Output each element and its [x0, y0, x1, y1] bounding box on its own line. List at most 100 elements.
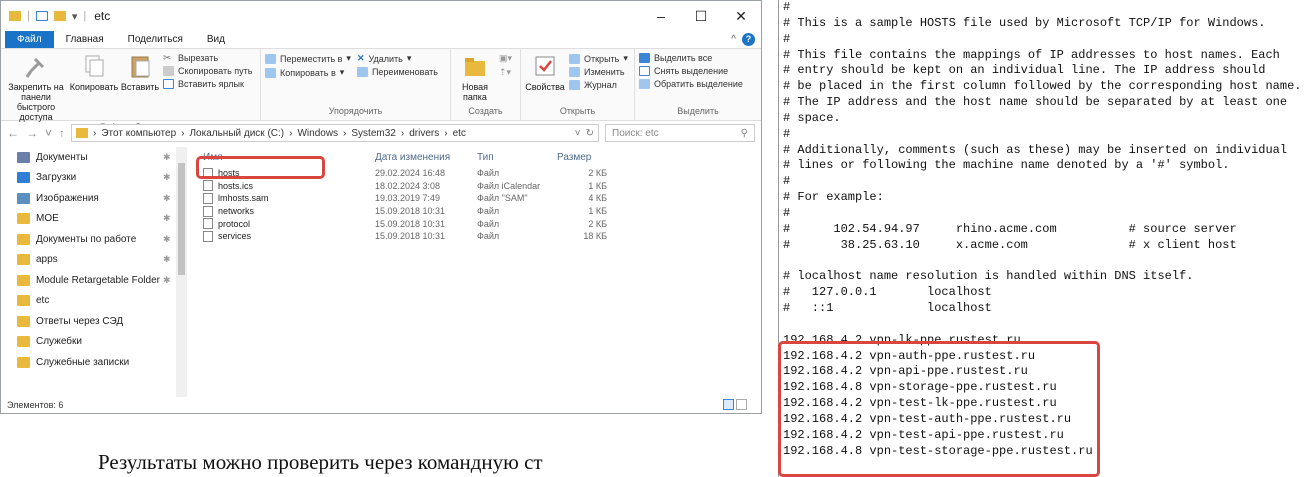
column-date[interactable]: Дата изменения: [375, 152, 477, 163]
sidebar-item[interactable]: Загрузки ✱: [1, 168, 189, 189]
select-all-icon: [639, 53, 650, 63]
refresh-icon[interactable]: ↻: [586, 128, 594, 139]
folder-icon: [17, 274, 30, 286]
up-icon[interactable]: ↑: [59, 126, 65, 140]
sidebar-item[interactable]: Документы ✱: [1, 147, 189, 168]
breadcrumb-item[interactable]: Этот компьютер: [101, 128, 176, 139]
new-folder-icon[interactable]: [53, 11, 66, 21]
select-all-button[interactable]: Выделить все: [639, 53, 743, 63]
invert-selection-button[interactable]: Обратить выделение: [639, 79, 743, 89]
text-line: [779, 254, 1314, 270]
text-line: # 127.0.0.1 localhost: [783, 285, 992, 300]
file-date: 29.02.2024 16:48: [375, 168, 446, 179]
breadcrumb[interactable]: › Этот компьютер › Локальный диск (C:) › W…: [71, 124, 599, 142]
table-row[interactable]: protocol 15.09.2018 10:31 Файл 2 КБ: [189, 217, 761, 230]
scrollbar-thumb[interactable]: [178, 163, 185, 275]
dropdown-chevron-icon[interactable]: ˅: [575, 128, 581, 139]
delete-button[interactable]: ✕ Удалить ▾: [357, 53, 438, 64]
close-icon[interactable]: ✕: [721, 8, 761, 25]
copy-button[interactable]: Копировать: [70, 51, 118, 92]
pin-quick-access-button[interactable]: Закрепить на панели быстрого доступа: [5, 51, 67, 122]
sidebar-item[interactable]: Изображения ✱: [1, 188, 189, 209]
navigation-scrollbar[interactable]: [176, 147, 187, 397]
history-button[interactable]: Журнал: [569, 80, 628, 90]
select-none-button[interactable]: Снять выделение: [639, 66, 743, 76]
open-button[interactable]: Открыть ▾: [569, 53, 628, 64]
move-icon: [265, 53, 276, 64]
sidebar-item[interactable]: MOE ✱: [1, 209, 189, 230]
tab-file[interactable]: Файл: [5, 31, 54, 48]
recent-chevron-icon[interactable]: ˅: [45, 126, 52, 140]
forward-icon[interactable]: →: [26, 126, 38, 140]
text-line: #: [783, 205, 791, 220]
clipboard-icon: [127, 53, 153, 79]
large-icons-view-icon[interactable]: [736, 399, 747, 410]
breadcrumb-item[interactable]: Локальный диск (C:): [189, 128, 284, 139]
table-row[interactable]: services 15.09.2018 10:31 Файл 18 КБ: [189, 230, 761, 243]
new-folder-button[interactable]: Новая папка: [455, 51, 495, 102]
text-line: [779, 317, 1314, 333]
folder-icon: [17, 254, 30, 266]
minimize-icon[interactable]: –: [641, 8, 681, 25]
properties-button[interactable]: Свойства: [525, 51, 565, 92]
sidebar-item-label: Документы по работе: [36, 233, 137, 245]
sidebar-item[interactable]: etc: [1, 291, 189, 312]
new-item-icon[interactable]: ▣▾: [499, 53, 512, 64]
back-icon[interactable]: ←: [7, 126, 19, 140]
copy-path-button[interactable]: Скопировать путь: [163, 66, 252, 76]
tab-share[interactable]: Поделиться: [116, 31, 195, 48]
table-row[interactable]: hosts.ics 18.02.2024 3:08 Файл iCalendar 1 …: [189, 180, 761, 193]
maximize-icon[interactable]: ☐: [681, 8, 721, 25]
folder-icon: [17, 172, 30, 184]
properties-icon[interactable]: [35, 11, 48, 21]
shortcut-icon: [163, 79, 174, 89]
tab-home[interactable]: Главная: [54, 31, 116, 48]
help-icon[interactable]: ?: [742, 33, 755, 46]
paste-button[interactable]: Вставить: [121, 51, 159, 92]
file-date: 15.09.2018 10:31: [375, 231, 446, 242]
table-row[interactable]: lmhosts.sam 19.03.2019 7:49 Файл "SAM" 4 КБ: [189, 192, 761, 205]
details-view-icon[interactable]: [723, 399, 734, 410]
sidebar-item[interactable]: Служебки: [1, 332, 189, 353]
column-size[interactable]: Размер: [557, 152, 607, 163]
table-row[interactable]: networks 15.09.2018 10:31 Файл 1 КБ: [189, 205, 761, 218]
sidebar-item[interactable]: Ответы через СЭД: [1, 311, 189, 332]
chevron-up-icon[interactable]: ^: [731, 34, 736, 45]
easy-access-icon[interactable]: ⇡▾: [499, 67, 512, 78]
sidebar-item[interactable]: Документы по работе ✱: [1, 229, 189, 250]
folder-icon: [17, 213, 30, 225]
folder-icon: [17, 295, 30, 307]
column-type[interactable]: Тип: [477, 152, 557, 163]
search-input[interactable]: Поиск: etc ⚲: [605, 124, 755, 142]
sidebar-item-label: etc: [36, 295, 50, 307]
move-to-button[interactable]: Переместить в ▾: [265, 53, 351, 64]
file-size: 1 КБ: [588, 206, 607, 217]
document-caption: Результаты можно проверить через командн…: [98, 450, 543, 474]
breadcrumb-item[interactable]: Windows: [297, 128, 338, 139]
file-size: 4 КБ: [588, 193, 607, 204]
file-name: networks: [218, 206, 255, 217]
pin-icon: ✱: [163, 213, 171, 224]
customize-chevron-icon[interactable]: ▾: [72, 10, 78, 23]
copy-to-button[interactable]: Копировать в ▾: [265, 67, 351, 78]
pin-icon: ✱: [163, 151, 171, 162]
text-line: #: [783, 174, 791, 189]
ribbon-group-clipboard: Закрепить на панели быстрого доступа Коп…: [1, 49, 261, 132]
cut-button[interactable]: ✂ Вырезать: [163, 53, 252, 64]
paste-shortcut-button[interactable]: Вставить ярлык: [163, 79, 252, 89]
breadcrumb-item[interactable]: etc: [453, 128, 466, 139]
search-icon: ⚲: [740, 127, 748, 139]
tab-view[interactable]: Вид: [195, 31, 237, 48]
file-name: hosts.ics: [218, 180, 254, 191]
sidebar-item[interactable]: apps ✱: [1, 250, 189, 271]
file-type: Файл iCalendar: [477, 180, 541, 191]
edit-button[interactable]: Изменить: [569, 67, 628, 77]
rename-button[interactable]: Переименовать: [356, 67, 438, 77]
breadcrumb-item[interactable]: drivers: [409, 128, 439, 139]
sidebar-item-label: Служебные записки: [36, 356, 130, 368]
text-line: # The IP address and the host name shoul…: [783, 95, 1288, 110]
sidebar-item[interactable]: Module Retargetable Folder ✱: [1, 270, 189, 291]
breadcrumb-item[interactable]: System32: [351, 128, 395, 139]
sidebar-item-label: apps: [36, 254, 58, 266]
sidebar-item[interactable]: Служебные записки: [1, 352, 189, 373]
